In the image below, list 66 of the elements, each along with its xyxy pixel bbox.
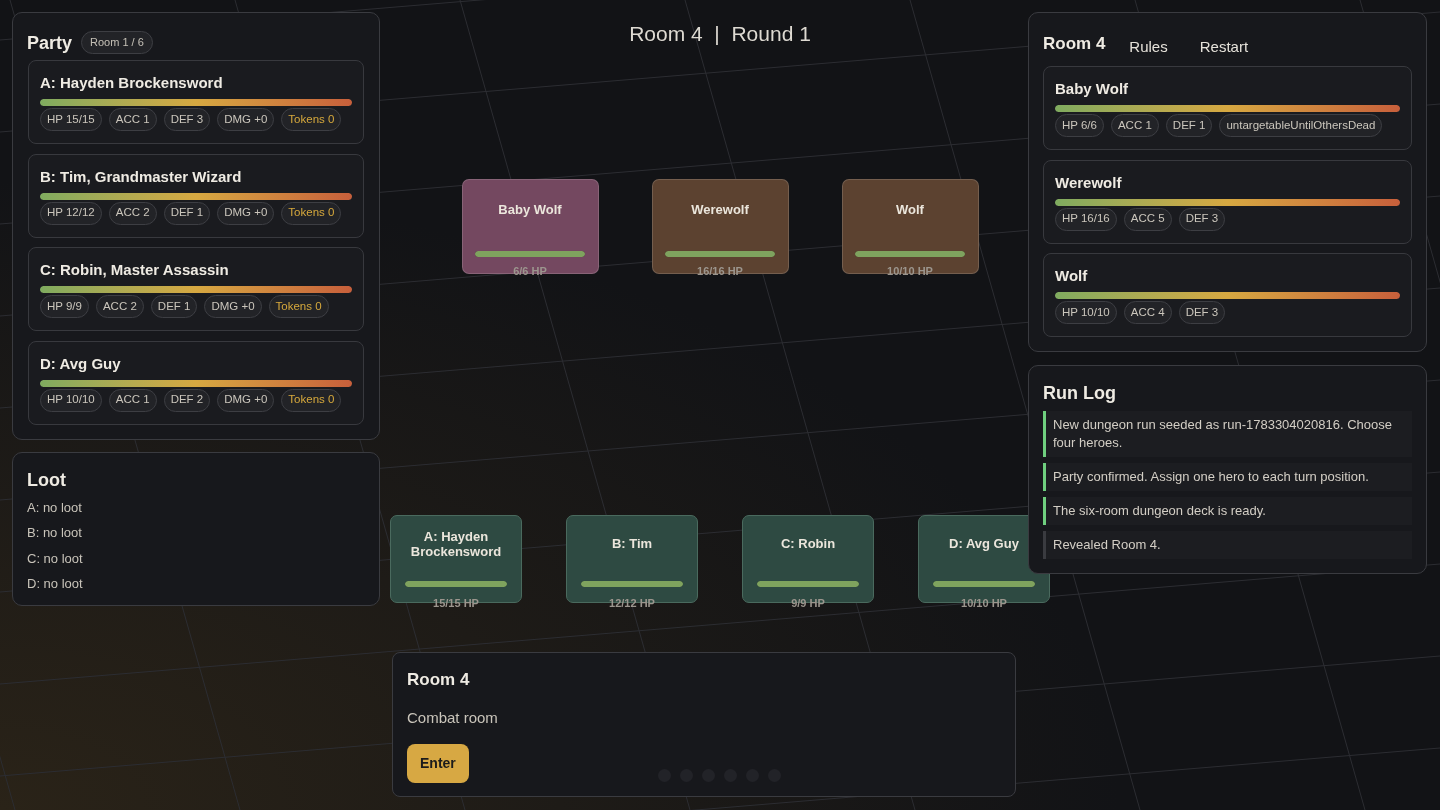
stat-chip: ACC 4: [1123, 301, 1172, 324]
loot-entry: D: no loot: [27, 575, 83, 594]
loot-entry: A: no loot: [27, 498, 82, 517]
stat-chip: ACC 5: [1123, 207, 1172, 231]
unit-name: A: Hayden Brockensword: [40, 73, 224, 93]
stat-chip: Tokens 0: [281, 388, 342, 412]
stat-chip: DMG +0: [204, 295, 262, 318]
enemy-token[interactable]: Werewolf 16/16 HP: [651, 179, 789, 274]
unit-name: B: Tim, Grandmaster Wizard: [40, 166, 243, 187]
card-title: Room 4: [407, 669, 470, 691]
stat-chip: HP 9/9: [40, 295, 89, 318]
stat-chip: ACC 1: [108, 108, 157, 131]
unit-name: Baby Wolf: [1055, 79, 1130, 99]
unit-name: C: Robin, Master Assassin: [40, 260, 230, 280]
log-entry: New dungeon run seeded as run-1783304020816. Choose four heroes.: [1043, 411, 1412, 457]
loot-entry: B: no loot: [27, 524, 82, 543]
text-button[interactable]: Restart: [1183, 35, 1265, 59]
log-entry: Party confirmed. Assign one hero to each turn position.: [1043, 463, 1412, 491]
stat-chip: HP 10/10: [40, 388, 102, 412]
stat-chip: HP 10/10: [1055, 301, 1117, 324]
panel-title: Run Log: [1043, 382, 1117, 405]
token-name: D: Avg Guy: [949, 536, 1019, 551]
stat-chip: ACC 2: [95, 295, 144, 318]
token-name: Werewolf: [691, 202, 749, 218]
stat-chip: DEF 3: [1178, 207, 1226, 231]
text-button[interactable]: Rules: [1113, 35, 1184, 59]
token-name: A: Hayden Brockensword: [409, 528, 503, 559]
room-description: Combat room: [407, 708, 498, 728]
stat-chip: ACC 1: [1110, 114, 1159, 137]
stat-chip: DEF 3: [163, 108, 211, 131]
log-entry: The six-room dungeon deck is ready.: [1043, 497, 1412, 525]
log-entry: Revealed Room 4.: [1043, 531, 1412, 559]
stat-chip: DEF 1: [1165, 114, 1213, 137]
stat-chip: Tokens 0: [268, 295, 329, 318]
stat-chip: ACC 2: [108, 201, 157, 225]
stat-chip: DEF 1: [163, 201, 211, 225]
panel-title: Room 4: [1043, 33, 1106, 55]
stat-chip: HP 15/15: [40, 108, 102, 131]
unit-name: D: Avg Guy: [40, 353, 122, 374]
panel-title: Party: [27, 31, 73, 55]
unit-name: Wolf: [1055, 266, 1089, 286]
panel-title: Loot: [27, 468, 67, 492]
loot-entry: C: no loot: [27, 549, 83, 568]
enemy-token[interactable]: Wolf 10/10 HP: [841, 179, 979, 274]
stat-chip: untargetableUntilOthersDead: [1219, 114, 1383, 137]
token-name: Wolf: [896, 202, 924, 218]
stat-chip: DMG +0: [217, 201, 275, 225]
stat-chip: HP 6/6: [1055, 114, 1104, 137]
token-name: B: Tim: [611, 536, 653, 551]
stat-chip: DMG +0: [217, 108, 275, 131]
stat-chip: DEF 2: [163, 388, 211, 412]
stat-chip: HP 12/12: [40, 201, 102, 225]
stat-chip: DEF 1: [150, 295, 198, 318]
stat-chip: DEF 3: [1178, 301, 1226, 324]
stat-chip: HP 16/16: [1055, 207, 1117, 231]
token-name: Baby Wolf: [498, 202, 562, 218]
stat-chip: Tokens 0: [281, 108, 342, 131]
unit-name: Werewolf: [1055, 172, 1123, 193]
room-counter-chip: Room 1 / 6: [81, 31, 153, 54]
enemy-token[interactable]: Baby Wolf 6/6 HP: [461, 179, 599, 274]
round-title: Room 4 | Round 1: [629, 21, 811, 47]
stat-chip: DMG +0: [217, 388, 275, 412]
enter-button[interactable]: Enter: [407, 744, 469, 783]
stat-chip: Tokens 0: [281, 201, 342, 225]
token-name: C: Robin: [780, 536, 836, 551]
stat-chip: ACC 1: [108, 388, 157, 412]
